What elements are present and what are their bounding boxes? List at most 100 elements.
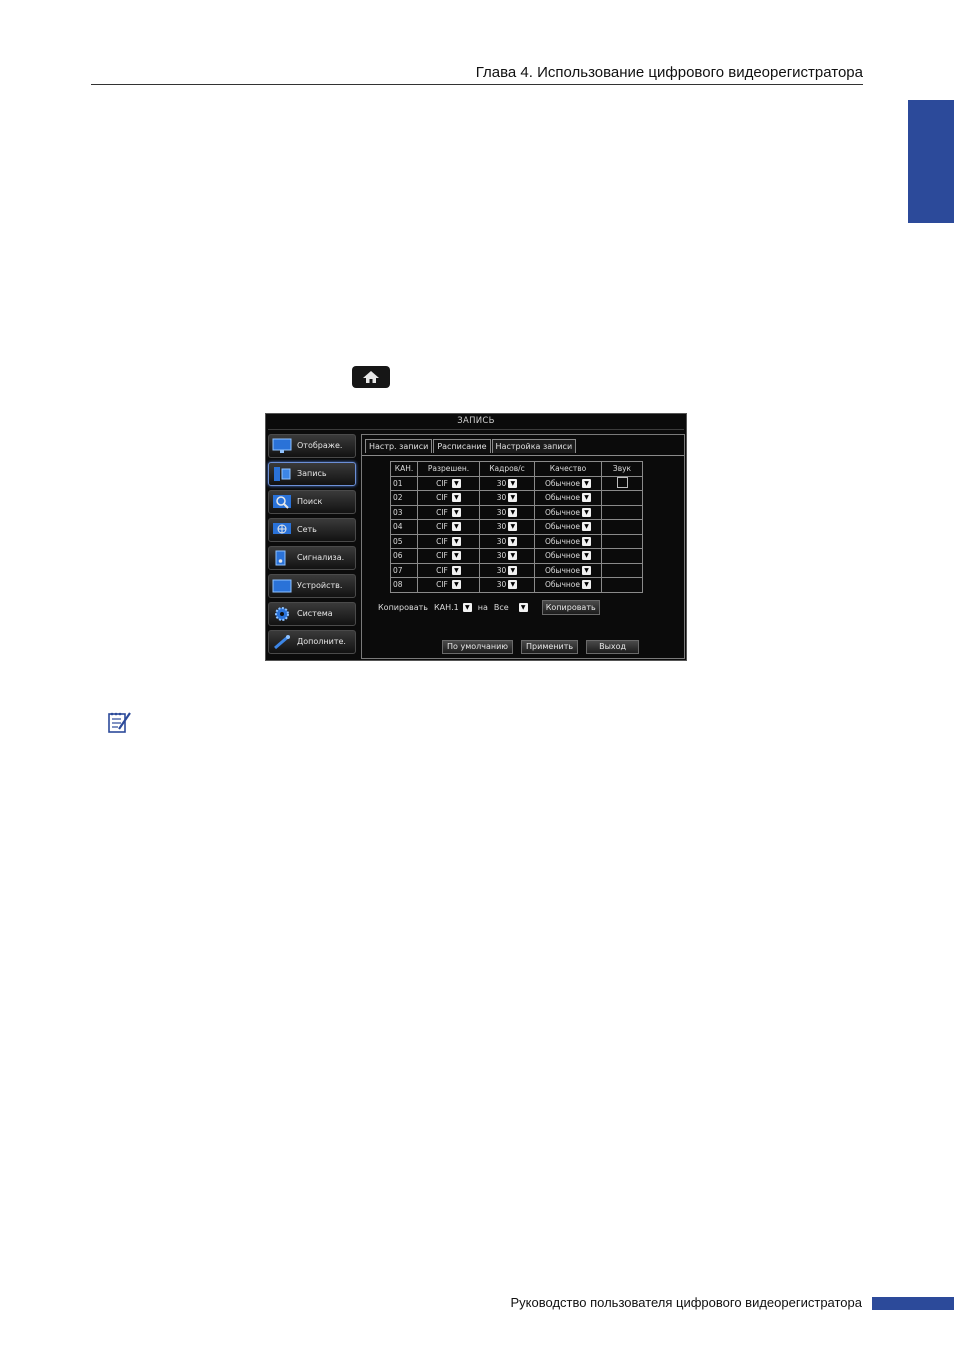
chevron-down-icon: ▼ bbox=[508, 536, 518, 546]
resolution-select[interactable]: CIF ▼ bbox=[436, 507, 461, 517]
fps-select[interactable]: 30 ▼ bbox=[497, 522, 518, 532]
quality-select[interactable]: Обычное ▼ bbox=[545, 551, 591, 561]
home-button[interactable] bbox=[352, 366, 390, 388]
channel-cell: 01 bbox=[390, 475, 418, 491]
resolution-select[interactable]: CIF ▼ bbox=[436, 565, 461, 575]
device-icon bbox=[272, 578, 292, 594]
chevron-down-icon: ▼ bbox=[508, 493, 518, 503]
channel-cell: 05 bbox=[390, 533, 418, 549]
dvr-title: ЗАПИСЬ bbox=[457, 416, 495, 426]
copy-row: Копировать КАН.1 ▼ на Все ▼ Копировать bbox=[378, 600, 600, 615]
quality-select[interactable]: Обычное ▼ bbox=[545, 580, 591, 590]
channel-cell: 03 bbox=[390, 504, 418, 520]
channel-cell: 07 bbox=[390, 562, 418, 578]
chevron-down-icon: ▼ bbox=[518, 603, 528, 612]
quality-select[interactable]: Обычное ▼ bbox=[545, 507, 591, 517]
chevron-down-icon: ▼ bbox=[508, 507, 518, 517]
default-button[interactable]: По умолчанию bbox=[442, 640, 514, 654]
menu-item-label: Сигнализа. bbox=[297, 553, 345, 562]
chevron-down-icon: ▼ bbox=[582, 522, 591, 532]
record-icon bbox=[272, 466, 292, 482]
chevron-down-icon: ▼ bbox=[451, 551, 461, 561]
chevron-down-icon: ▼ bbox=[582, 580, 591, 590]
menu-item-7[interactable]: Система bbox=[268, 602, 356, 626]
chevron-down-icon: ▼ bbox=[451, 522, 461, 532]
quality-select[interactable]: Обычное ▼ bbox=[545, 522, 591, 532]
resolution-select[interactable]: CIF ▼ bbox=[436, 536, 461, 546]
chevron-down-icon: ▼ bbox=[508, 580, 518, 590]
menu-item-2[interactable]: Запись bbox=[268, 462, 356, 486]
monitor-icon bbox=[272, 438, 292, 454]
note-icon bbox=[108, 712, 131, 733]
resolution-select[interactable]: CIF ▼ bbox=[436, 493, 461, 503]
chevron-down-icon: ▼ bbox=[451, 580, 461, 590]
copy-to-select[interactable]: Все ▼ bbox=[494, 603, 528, 612]
chapter-title: Глава 4. Использование цифрового видеоре… bbox=[475, 64, 863, 81]
chevron-down-icon: ▼ bbox=[451, 507, 461, 517]
table-header-row: КАН. Разрешен. Кадров/с Качество Звук bbox=[390, 461, 643, 477]
chapter-side-tab bbox=[908, 100, 954, 223]
chevron-down-icon: ▼ bbox=[508, 478, 518, 488]
home-icon bbox=[363, 371, 379, 383]
quality-select[interactable]: Обычное ▼ bbox=[545, 565, 591, 575]
quality-select[interactable]: Обычное ▼ bbox=[545, 493, 591, 503]
resolution-select[interactable]: CIF ▼ bbox=[436, 522, 461, 532]
fps-select[interactable]: 30 ▼ bbox=[497, 478, 518, 488]
quality-select[interactable]: Обычное ▼ bbox=[545, 478, 591, 488]
resolution-select[interactable]: CIF ▼ bbox=[436, 580, 461, 590]
chevron-down-icon: ▼ bbox=[451, 478, 461, 488]
footer-text: Руководство пользователя цифрового видео… bbox=[510, 1295, 862, 1310]
header-rule bbox=[91, 84, 863, 85]
dvr-title-rule bbox=[268, 429, 684, 430]
table-row: 02 CIF ▼ 30 ▼ Обычное ▼ bbox=[390, 490, 643, 506]
tab-2[interactable]: Расписание bbox=[433, 439, 491, 453]
fps-select[interactable]: 30 ▼ bbox=[497, 565, 518, 575]
chevron-down-icon: ▼ bbox=[451, 565, 461, 575]
resolution-select[interactable]: CIF ▼ bbox=[436, 478, 461, 488]
bottom-buttons: По умолчанию Применить Выход bbox=[442, 640, 647, 654]
quality-select[interactable]: Обычное ▼ bbox=[545, 536, 591, 546]
menu-item-6[interactable]: Устройств. bbox=[268, 574, 356, 598]
menu-item-label: Поиск bbox=[297, 497, 323, 506]
content-panel: Настр. записи Расписание Настройка записи … bbox=[361, 434, 685, 659]
menu-item-4[interactable]: Сеть bbox=[268, 518, 356, 542]
audio-checkbox[interactable] bbox=[616, 476, 628, 488]
menu-item-label: Дополните. bbox=[297, 637, 346, 646]
exit-button[interactable]: Выход bbox=[586, 640, 640, 654]
tab-1[interactable]: Настр. записи bbox=[365, 439, 433, 453]
copy-from-select[interactable]: КАН.1 ▼ bbox=[434, 603, 472, 612]
fps-select[interactable]: 30 ▼ bbox=[497, 507, 518, 517]
chevron-down-icon: ▼ bbox=[508, 551, 518, 561]
table-row: 06 CIF ▼ 30 ▼ Обычное ▼ bbox=[390, 548, 643, 564]
chevron-down-icon: ▼ bbox=[582, 536, 591, 546]
dvr-screen: ЗАПИСЬ Отображе. Запись Поиск Сеть Сигнализа… bbox=[265, 413, 687, 661]
menu-item-8[interactable]: Дополните. bbox=[268, 630, 356, 654]
tab-3[interactable]: Настройка записи bbox=[491, 439, 577, 453]
channel-cell: 08 bbox=[390, 577, 418, 593]
network-icon bbox=[272, 522, 292, 538]
resolution-select[interactable]: CIF ▼ bbox=[436, 551, 461, 561]
menu-item-5[interactable]: Сигнализа. bbox=[268, 546, 356, 570]
header-audio: Звук bbox=[601, 461, 643, 477]
copy-button[interactable]: Копировать bbox=[541, 600, 600, 615]
apply-button[interactable]: Применить bbox=[521, 640, 579, 654]
fps-select[interactable]: 30 ▼ bbox=[497, 580, 518, 590]
header-fps: Кадров/с bbox=[479, 461, 535, 477]
fps-select[interactable]: 30 ▼ bbox=[497, 493, 518, 503]
menu-item-label: Система bbox=[297, 609, 333, 618]
menu-item-label: Запись bbox=[297, 469, 327, 478]
footer-bar bbox=[872, 1297, 954, 1310]
chevron-down-icon: ▼ bbox=[451, 493, 461, 503]
menu-item-3[interactable]: Поиск bbox=[268, 490, 356, 514]
menu-item-1[interactable]: Отображе. bbox=[268, 434, 356, 458]
search-icon bbox=[272, 494, 292, 510]
chevron-down-icon: ▼ bbox=[582, 551, 591, 561]
channel-cell: 06 bbox=[390, 548, 418, 564]
fps-select[interactable]: 30 ▼ bbox=[497, 551, 518, 561]
header-quality: Качество bbox=[534, 461, 602, 477]
table-row: 01 CIF ▼ 30 ▼ Обычное ▼ bbox=[390, 475, 643, 491]
fps-select[interactable]: 30 ▼ bbox=[497, 536, 518, 546]
header-resolution: Разрешен. bbox=[417, 461, 480, 477]
menu-item-label: Сеть bbox=[297, 525, 317, 534]
tab-bar: Настр. записи Расписание Настройка записи bbox=[365, 439, 577, 453]
